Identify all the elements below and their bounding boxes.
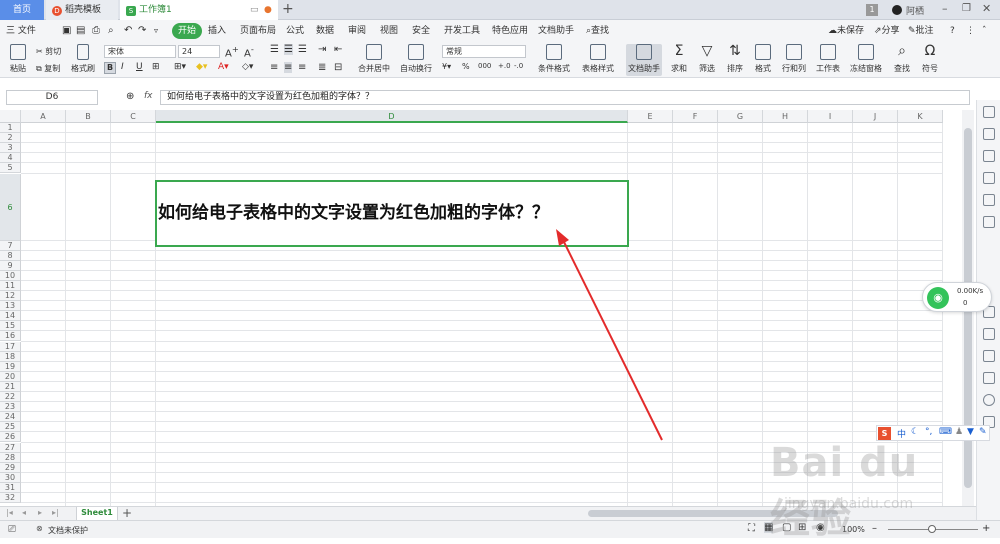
baidu-watermark: Bai du 经验 jingyan.baidu.com bbox=[770, 440, 970, 542]
next-sheet-icon[interactable]: ▸ bbox=[38, 508, 42, 517]
add-sheet-icon[interactable]: + bbox=[122, 506, 132, 520]
image-icon[interactable] bbox=[983, 350, 995, 362]
protect-icon: ⊗ bbox=[36, 524, 43, 533]
navigate-icon[interactable] bbox=[983, 372, 995, 384]
skin-icon[interactable]: ▼ bbox=[967, 427, 974, 437]
macro-icon[interactable]: ⎚ bbox=[8, 524, 16, 535]
keyboard-icon[interactable]: ⌨ bbox=[939, 427, 952, 437]
ime-toolbar[interactable]: S 中 ☾ °, ⌨ ♟ ▼ ✎ bbox=[876, 425, 990, 441]
punct-icon[interactable]: °, bbox=[925, 427, 932, 437]
style-icon[interactable] bbox=[983, 150, 995, 162]
fullscreen-icon[interactable]: ⛶ bbox=[748, 523, 755, 534]
backup-icon[interactable] bbox=[983, 194, 995, 206]
watermark-url: jingyan.baidu.com bbox=[784, 496, 914, 512]
zoom-in-icon[interactable]: + bbox=[982, 523, 990, 534]
print-panel-icon[interactable] bbox=[983, 328, 995, 340]
moon-icon[interactable]: ☾ bbox=[911, 427, 919, 437]
prev-sheet-icon[interactable]: ◂ bbox=[22, 508, 26, 517]
wrench-icon[interactable]: ✎ bbox=[979, 427, 987, 437]
table-icon[interactable] bbox=[983, 172, 995, 184]
ime-mode[interactable]: 中 bbox=[897, 427, 906, 440]
network-speed-widget[interactable]: ◉ 0.00K/s 0 bbox=[922, 282, 992, 312]
last-sheet-icon[interactable]: ▸| bbox=[52, 508, 59, 517]
network-count: 0 bbox=[963, 299, 968, 307]
sogou-icon: S bbox=[878, 427, 891, 440]
watermark-brand: Bai du 经验 bbox=[770, 440, 919, 542]
wifi-icon: ◉ bbox=[927, 287, 949, 309]
network-speed: 0.00K/s bbox=[957, 287, 984, 295]
sheet-tab[interactable]: Sheet1 bbox=[76, 507, 118, 521]
pointer-icon[interactable] bbox=[983, 106, 995, 118]
first-sheet-icon[interactable]: |◂ bbox=[6, 508, 13, 517]
protect-status[interactable]: 文档未保护 bbox=[48, 525, 88, 536]
chart-icon[interactable] bbox=[983, 216, 995, 228]
user-ime-icon[interactable]: ♟ bbox=[955, 427, 963, 437]
history-icon[interactable] bbox=[983, 394, 995, 406]
shapes-icon[interactable] bbox=[983, 128, 995, 140]
